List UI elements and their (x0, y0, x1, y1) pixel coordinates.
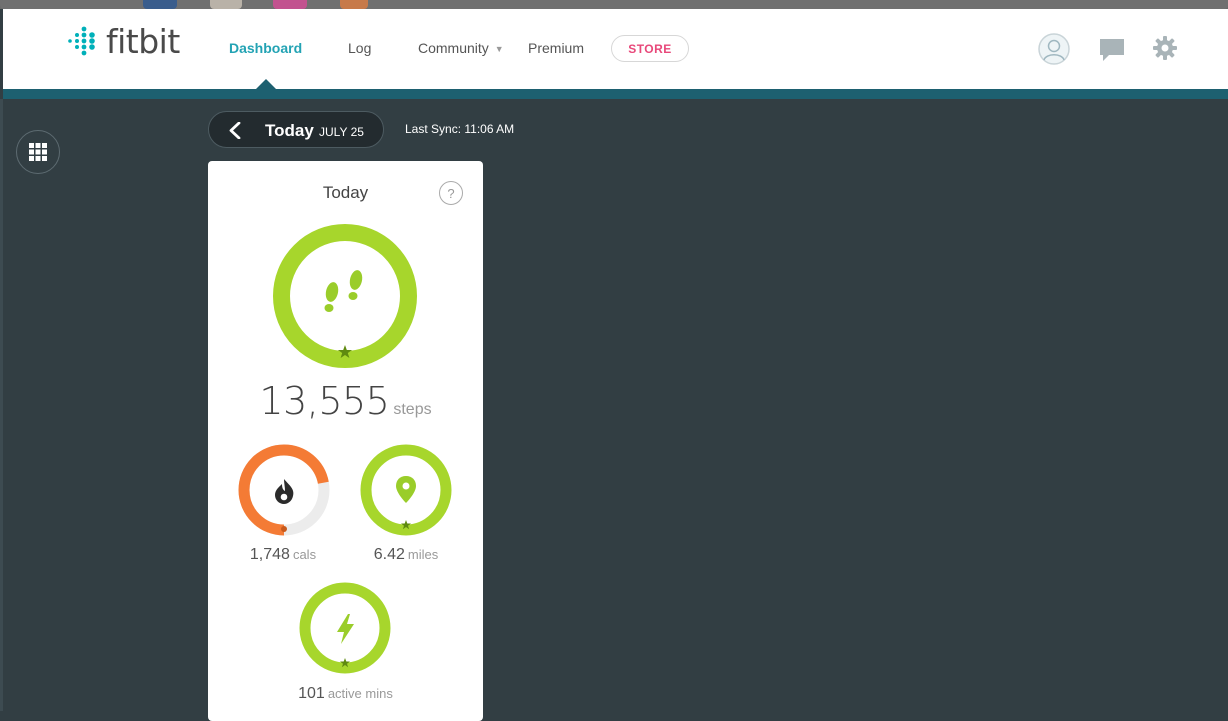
fitbit-dots-icon (68, 26, 95, 56)
distance-value: 6.42 (373, 546, 405, 563)
active-nav-indicator (255, 79, 277, 90)
nav-premium[interactable]: Premium (528, 41, 584, 55)
active-minutes-ring[interactable] (298, 581, 392, 675)
steps-stat: 13,555 steps (208, 382, 483, 420)
footprints-icon (324, 270, 363, 312)
chevron-down-icon: ▼ (494, 44, 504, 54)
calories-ring[interactable] (237, 443, 331, 537)
calories-value: 1,748 (249, 546, 290, 563)
fitbit-logo[interactable]: fitbit (66, 24, 180, 58)
active-minutes-unit: active mins (327, 686, 393, 701)
distance-unit: miles (407, 547, 439, 562)
date-label: Today (265, 121, 314, 140)
header-accent-bar (3, 89, 1228, 99)
chevron-left-icon[interactable] (229, 122, 241, 139)
nav-community-label: Community (418, 40, 489, 56)
date-switcher: Today JULY 25 (208, 111, 384, 148)
calories-unit: cals (292, 547, 317, 562)
today-tile: Today ? 13,555 steps 1,748 cals 6.42 mil… (208, 161, 483, 721)
steps-value: 13,555 (259, 379, 390, 423)
avatar-icon[interactable] (1038, 33, 1070, 65)
flame-icon (275, 479, 294, 504)
nav-dashboard[interactable]: Dashboard (229, 41, 302, 55)
brand-name: fitbit (106, 21, 180, 61)
steps-unit: steps (393, 401, 432, 418)
window-top-strip (0, 0, 1228, 9)
date-value: JULY 25 (319, 125, 364, 139)
nav-log[interactable]: Log (348, 41, 371, 55)
last-sync-text: Last Sync: 11:06 AM (405, 122, 515, 136)
active-minutes-value: 101 (298, 685, 325, 702)
nav-community[interactable]: Community ▼ (418, 41, 504, 55)
grid-icon (29, 143, 47, 161)
active-minutes-stat: 101 active mins (248, 686, 443, 702)
steps-ring[interactable] (273, 224, 417, 368)
distance-ring[interactable] (359, 443, 453, 537)
lightning-icon (337, 614, 354, 644)
help-button[interactable]: ? (439, 181, 463, 205)
window-edge (0, 99, 3, 711)
distance-stat: 6.42 miles (341, 547, 471, 563)
store-button[interactable]: STORE (611, 35, 689, 62)
tile-menu-button[interactable] (16, 130, 60, 174)
settings-gear-icon[interactable] (1153, 36, 1177, 60)
calories-stat: 1,748 cals (218, 547, 348, 563)
messages-icon[interactable] (1099, 38, 1125, 62)
location-pin-icon (396, 476, 416, 503)
